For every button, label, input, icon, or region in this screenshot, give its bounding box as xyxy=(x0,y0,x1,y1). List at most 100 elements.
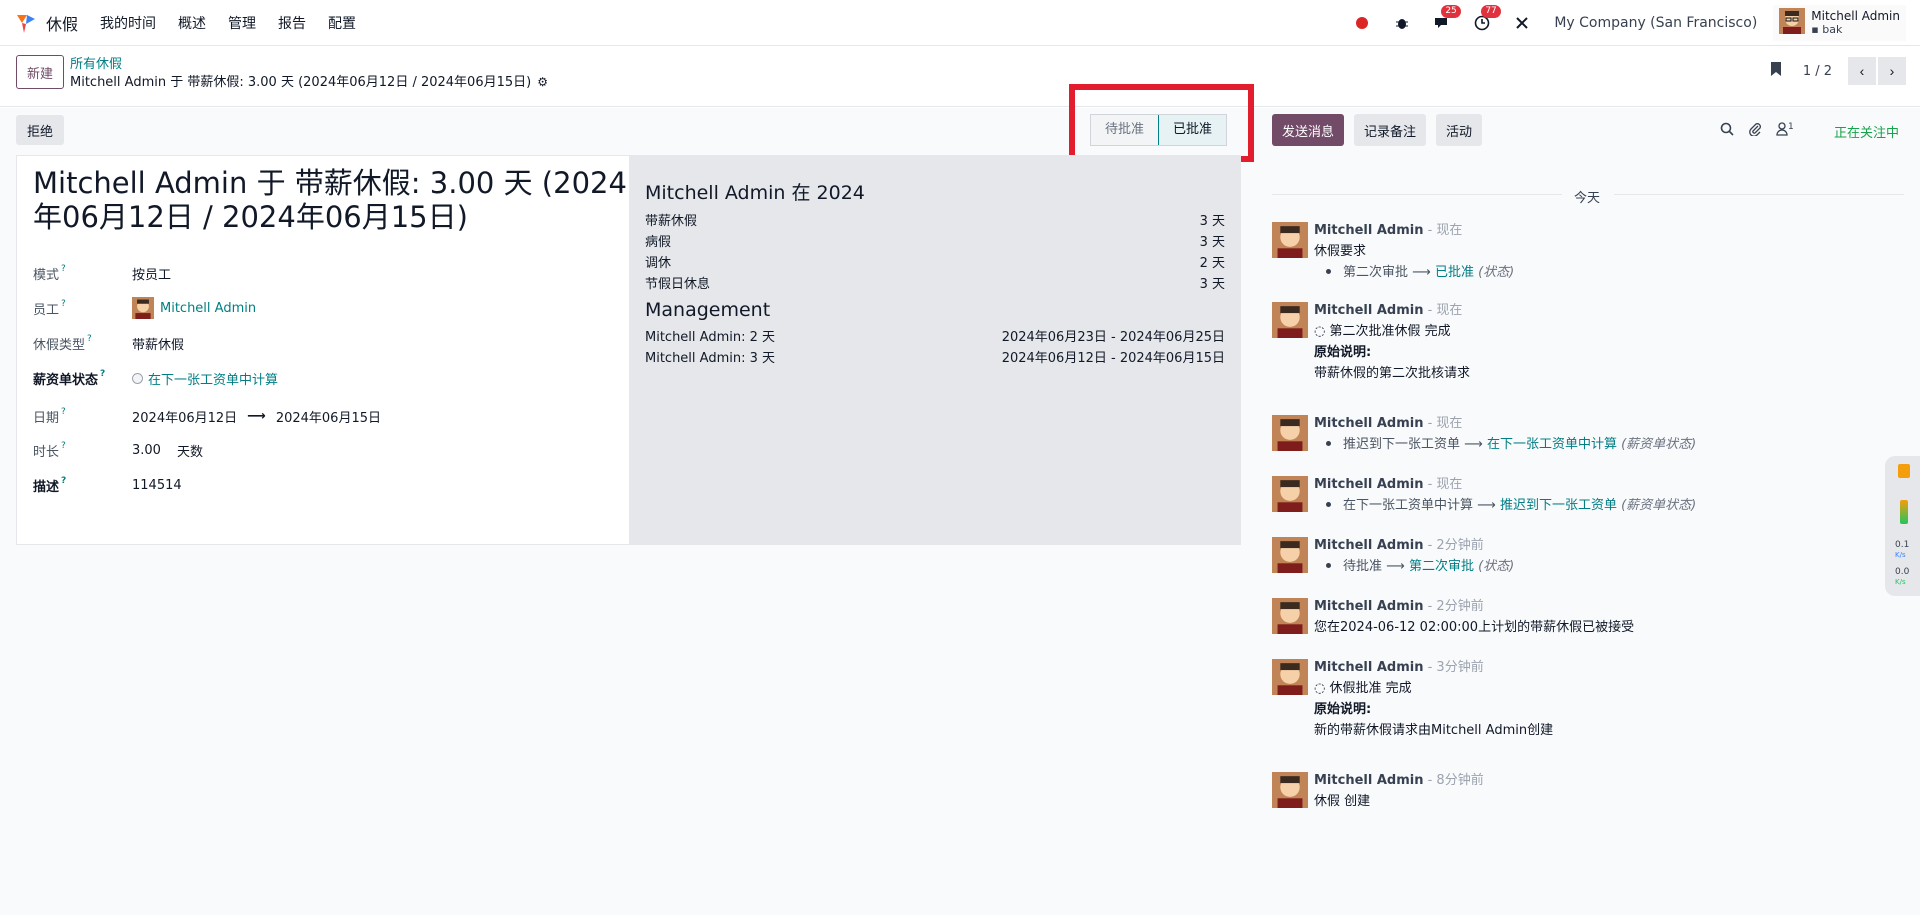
employee-link[interactable]: Mitchell Admin xyxy=(160,301,256,316)
management-heading: Management xyxy=(645,299,771,321)
summary-row: 病假 3 天 xyxy=(645,235,1225,250)
message-avatar xyxy=(1272,302,1308,338)
message-text: ◌ 第二次批准休假 完成 xyxy=(1314,324,1451,339)
field-value-description[interactable]: 114514 xyxy=(132,478,182,493)
help-icon[interactable]: ? xyxy=(61,407,66,417)
activity-button[interactable]: 活动 xyxy=(1436,114,1483,146)
message-avatar xyxy=(1272,659,1308,695)
message-author[interactable]: Mitchell Admin xyxy=(1314,223,1423,238)
date-separator: 今天 xyxy=(1272,187,1904,206)
gear-icon[interactable]: ⚙ xyxy=(537,75,548,89)
help-icon[interactable]: ? xyxy=(61,441,66,451)
bug-icon[interactable] xyxy=(1392,13,1412,33)
message-note-label: 原始说明: xyxy=(1314,345,1372,360)
arrow-right-icon: ⟶ xyxy=(1464,437,1483,452)
message-author[interactable]: Mitchell Admin xyxy=(1314,538,1423,553)
message-author[interactable]: Mitchell Admin xyxy=(1314,477,1423,492)
pager-next-button[interactable]: › xyxy=(1878,57,1906,85)
field-label-dates: 日期? xyxy=(33,406,66,426)
bookmark-icon[interactable] xyxy=(1769,61,1783,81)
user-database: ▪ bak xyxy=(1811,22,1843,36)
activities-clock-icon[interactable]: 77 xyxy=(1472,4,1501,33)
send-message-button[interactable]: 发送消息 xyxy=(1272,114,1345,146)
message-author[interactable]: Mitchell Admin xyxy=(1314,660,1423,675)
pager-value[interactable]: 1 / 2 xyxy=(1803,64,1832,79)
speed-unit: K/s xyxy=(1895,551,1906,559)
user-avatar xyxy=(1779,7,1806,38)
app-logo-icon[interactable] xyxy=(14,11,38,35)
user-name: Mitchell Admin xyxy=(1811,8,1900,23)
menu-management[interactable]: 管理 xyxy=(228,13,256,33)
field-label-leave-type: 休假类型? xyxy=(33,333,92,353)
field-value-employee[interactable]: Mitchell Admin xyxy=(132,297,256,319)
tracking-value: 待批准 ⟶ 第二次审批 (状态) xyxy=(1314,556,1894,577)
summary-heading: Mitchell Admin 在 2024 xyxy=(645,182,865,204)
warning-icon xyxy=(1898,464,1910,478)
refuse-button[interactable]: 拒绝 xyxy=(16,115,65,145)
log-note-button[interactable]: 记录备注 xyxy=(1354,114,1427,146)
menu-overview[interactable]: 概述 xyxy=(178,13,206,33)
leave-summary-panel: Mitchell Admin 在 2024 带薪休假 3 天 病假 3 天 调休 2 … xyxy=(629,156,1241,544)
field-value-payslip-state[interactable]: 在下一张工资单中计算 xyxy=(132,369,278,388)
message-author[interactable]: Mitchell Admin xyxy=(1314,773,1423,788)
following-button[interactable]: 正在关注中 xyxy=(1834,122,1899,141)
pager-previous-button[interactable]: ‹ xyxy=(1848,57,1876,85)
employee-avatar xyxy=(132,297,154,319)
tools-icon[interactable] xyxy=(1512,13,1532,33)
field-leave-type: 休假类型? 带薪休假 xyxy=(33,332,184,354)
messages-badge: 25 xyxy=(1441,4,1461,18)
activity-done-icon: ◌ xyxy=(1314,324,1330,339)
arrow-right-icon: ⟶ xyxy=(1386,559,1405,574)
field-label-employee: 员工? xyxy=(33,298,66,318)
duration-input[interactable]: 3.00 xyxy=(132,443,161,458)
date-from-input[interactable]: 2024年06月12日 xyxy=(132,407,237,426)
network-speed-widget[interactable]: 0.1 K/s 0.0 K/s xyxy=(1885,456,1920,596)
message-avatar xyxy=(1272,537,1308,573)
breadcrumb-all-time-off[interactable]: 所有休假 xyxy=(70,53,122,72)
control-panel: 新建 所有休假 Mitchell Admin 于 带薪休假: 3.00 天 (2… xyxy=(0,47,1920,107)
user-icon xyxy=(1776,122,1788,140)
company-switcher[interactable]: My Company (San Francisco) xyxy=(1554,15,1757,31)
summary-row: 调休 2 天 xyxy=(645,256,1225,271)
user-menu[interactable]: Mitchell Admin ▪ bak xyxy=(1773,4,1906,41)
field-value-leave-type[interactable]: 带薪休假 xyxy=(132,334,184,353)
form-sheet: Mitchell Admin 于 带薪休假: 3.00 天 (2024年06月1… xyxy=(16,155,1241,545)
message-time: - 现在 xyxy=(1427,223,1463,238)
record-icon[interactable] xyxy=(1352,13,1372,33)
paperclip-icon[interactable] xyxy=(1748,122,1762,140)
message-time: - 现在 xyxy=(1427,477,1463,492)
tracking-value: 第二次审批 ⟶ 已批准 (状态) xyxy=(1314,262,1894,283)
speed-value: 0.0 xyxy=(1895,567,1910,577)
help-icon[interactable]: ? xyxy=(61,299,66,309)
arrow-right-icon: ⟶ xyxy=(247,408,266,424)
field-value-mode[interactable]: 按员工 xyxy=(132,264,171,283)
new-button[interactable]: 新建 xyxy=(16,55,65,89)
help-icon[interactable]: ? xyxy=(61,264,66,274)
menu-my-time[interactable]: 我的时间 xyxy=(100,13,156,33)
message-author[interactable]: Mitchell Admin xyxy=(1314,303,1423,318)
search-icon[interactable] xyxy=(1720,122,1734,140)
activities-badge: 77 xyxy=(1481,4,1501,18)
message-author[interactable]: Mitchell Admin xyxy=(1314,416,1423,431)
highlight-box xyxy=(1069,84,1254,162)
messages-icon[interactable]: 25 xyxy=(1432,4,1461,33)
message-avatar xyxy=(1272,476,1308,512)
help-icon[interactable]: ? xyxy=(61,476,66,486)
message-time: - 2分钟前 xyxy=(1427,538,1484,553)
field-label-duration: 时长? xyxy=(33,440,66,460)
top-navbar: 休假 我的时间 概述 管理 报告 配置 25 77 My Company (Sa… xyxy=(0,0,1920,46)
help-icon[interactable]: ? xyxy=(87,334,92,344)
menu-reporting[interactable]: 报告 xyxy=(278,13,306,33)
field-value-duration: 3.00 天数 xyxy=(132,441,203,460)
field-payslip-state: 薪资单状态? 在下一张工资单中计算 xyxy=(33,367,278,389)
message-author[interactable]: Mitchell Admin xyxy=(1314,599,1423,614)
radio-icon[interactable] xyxy=(132,372,143,384)
database-icon: ▪ xyxy=(1811,22,1823,36)
field-dates: 日期? 2024年06月12日 ⟶ 2024年06月15日 xyxy=(33,405,381,427)
app-name[interactable]: 休假 xyxy=(46,11,78,35)
activity-done-icon: ◌ xyxy=(1314,681,1330,696)
followers-button[interactable]: 1 xyxy=(1776,122,1794,140)
menu-configuration[interactable]: 配置 xyxy=(328,13,356,33)
help-icon[interactable]: ? xyxy=(100,369,105,379)
date-to-input[interactable]: 2024年06月15日 xyxy=(276,407,381,426)
